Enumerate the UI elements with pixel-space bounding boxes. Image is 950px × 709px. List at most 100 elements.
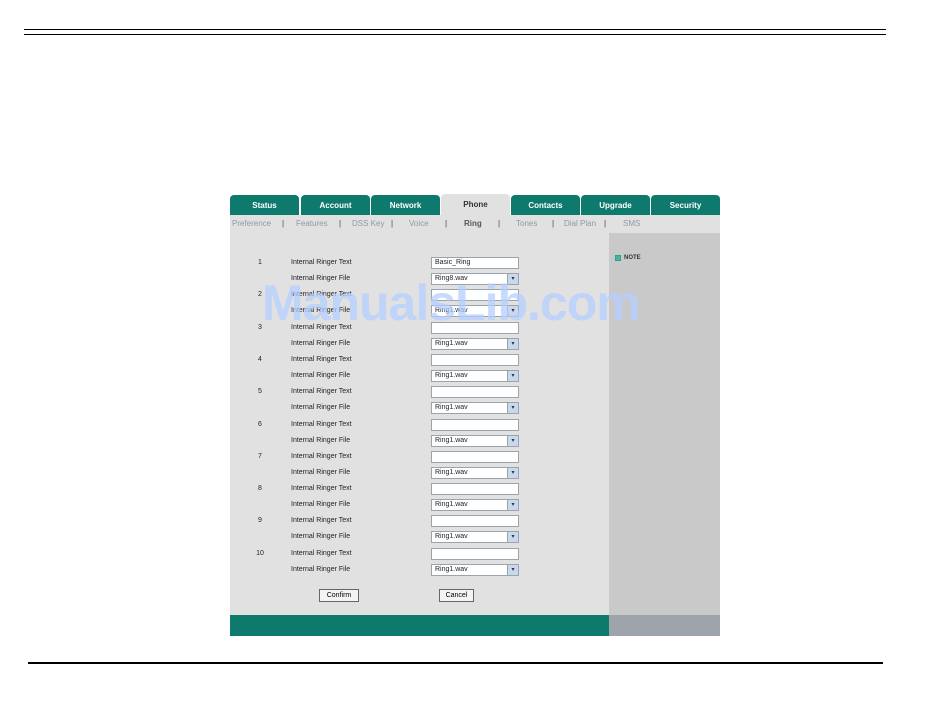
tab-phone[interactable]: Phone (441, 194, 510, 215)
note-header: NOTE (615, 255, 641, 261)
chevron-down-icon[interactable]: ▾ (507, 370, 518, 381)
sub-navigation: Preference | Features | DSS Key | Voice … (230, 215, 720, 233)
subnav-separator: | (445, 219, 448, 228)
footer-bar-right (609, 615, 720, 636)
internal-ringer-file-select[interactable]: Ring1.wav ▾ (431, 434, 519, 447)
chevron-down-icon[interactable]: ▾ (507, 403, 518, 414)
internal-ringer-file-label: Internal Ringer File (291, 371, 351, 379)
internal-ringer-file-select[interactable]: Ring8.wav ▾ (431, 273, 519, 285)
select-value: Ring1.wav (435, 533, 468, 541)
internal-ringer-text-input[interactable] (431, 418, 519, 431)
footer-rule (28, 662, 883, 664)
ring-settings-form: 1 Internal Ringer Text Basic_Ring Internal … (230, 233, 609, 615)
subnav-voice[interactable]: Voice (409, 219, 429, 228)
internal-ringer-file-select[interactable]: Ring1.wav ▾ (431, 466, 519, 479)
internal-ringer-text-input[interactable] (431, 386, 519, 399)
internal-ringer-file-label: Internal Ringer File (291, 533, 351, 541)
internal-ringer-file-select[interactable]: Ring1.wav ▾ (431, 305, 519, 318)
internal-ringer-text-label: Internal Ringer Text (291, 549, 352, 557)
tab-network[interactable]: Network (371, 195, 440, 215)
subnav-separator: | (282, 219, 285, 228)
main-tab-bar: Status Account Network Phone Contacts Up… (230, 194, 720, 215)
subnav-separator: | (498, 219, 501, 228)
subnav-separator: | (552, 219, 555, 228)
row-number: 9 (258, 517, 262, 525)
internal-ringer-text-label: Internal Ringer Text (291, 291, 352, 299)
subnav-preference[interactable]: Preference (232, 219, 271, 228)
row-number: 5 (258, 388, 262, 396)
tab-status[interactable]: Status (230, 195, 299, 215)
internal-ringer-file-label: Internal Ringer File (291, 436, 351, 444)
internal-ringer-text-input[interactable] (431, 321, 519, 334)
phone-web-ui: Status Account Network Phone Contacts Up… (230, 194, 720, 636)
subnav-tones[interactable]: Tones (516, 219, 537, 228)
internal-ringer-file-select[interactable]: Ring1.wav ▾ (431, 402, 519, 415)
internal-ringer-text-label: Internal Ringer Text (291, 259, 352, 266)
tab-upgrade[interactable]: Upgrade (581, 195, 650, 215)
row-number: 2 (258, 291, 262, 299)
internal-ringer-text-input[interactable] (431, 515, 519, 528)
chevron-down-icon[interactable]: ▾ (507, 306, 518, 317)
chevron-down-icon[interactable]: ▾ (507, 500, 518, 511)
confirm-button[interactable]: Confirm (319, 589, 359, 602)
chevron-down-icon[interactable]: ▾ (507, 532, 518, 543)
cancel-button[interactable]: Cancel (439, 589, 474, 602)
internal-ringer-file-label: Internal Ringer File (291, 339, 351, 347)
subnav-features[interactable]: Features (296, 219, 328, 228)
row-number: 7 (258, 452, 262, 460)
row-number: 1 (258, 259, 262, 266)
internal-ringer-text-label: Internal Ringer Text (291, 420, 352, 428)
subnav-ring[interactable]: Ring (464, 219, 482, 228)
internal-ringer-file-label: Internal Ringer File (291, 468, 351, 476)
note-checkbox-icon (615, 255, 621, 261)
internal-ringer-text-input[interactable] (431, 483, 519, 496)
row-number: 6 (258, 420, 262, 428)
internal-ringer-text-label: Internal Ringer Text (291, 452, 352, 460)
internal-ringer-file-label: Internal Ringer File (291, 275, 351, 282)
internal-ringer-text-input[interactable]: Basic_Ring (431, 257, 519, 269)
internal-ringer-file-select[interactable]: Ring1.wav ▾ (431, 369, 519, 382)
chevron-down-icon[interactable]: ▾ (507, 338, 518, 349)
internal-ringer-text-input[interactable] (431, 450, 519, 463)
select-value: Ring1.wav (435, 468, 468, 476)
subnav-sms[interactable]: SMS (623, 219, 640, 228)
chevron-down-icon[interactable]: ▾ (507, 564, 518, 575)
subnav-dss-key[interactable]: DSS Key (352, 219, 384, 228)
tab-account[interactable]: Account (301, 195, 370, 215)
chevron-down-icon[interactable]: ▾ (507, 274, 518, 284)
internal-ringer-text-label: Internal Ringer Text (291, 323, 352, 331)
select-value: Ring1.wav (435, 371, 468, 379)
chevron-down-icon[interactable]: ▾ (507, 467, 518, 478)
internal-ringer-file-label: Internal Ringer File (291, 404, 351, 412)
internal-ringer-file-label: Internal Ringer File (291, 307, 351, 315)
internal-ringer-text-label: Internal Ringer Text (291, 388, 352, 396)
note-label: NOTE (624, 255, 641, 261)
internal-ringer-text-label: Internal Ringer Text (291, 517, 352, 525)
tab-security[interactable]: Security (651, 195, 720, 215)
row-number: 3 (258, 323, 262, 331)
internal-ringer-file-select[interactable]: Ring1.wav ▾ (431, 499, 519, 512)
header-rule-bottom (24, 34, 886, 35)
header-rule-top (24, 29, 886, 30)
note-panel: NOTE (609, 233, 720, 636)
subnav-separator: | (391, 219, 394, 228)
select-value: Ring1.wav (435, 436, 468, 444)
internal-ringer-text-input[interactable] (431, 547, 519, 560)
subnav-separator: | (339, 219, 342, 228)
select-value: Ring8.wav (435, 275, 468, 282)
chevron-down-icon[interactable]: ▾ (507, 435, 518, 446)
footer-bar (230, 615, 609, 636)
select-value: Ring1.wav (435, 404, 468, 412)
internal-ringer-file-select[interactable]: Ring1.wav ▾ (431, 563, 519, 576)
row-number: 4 (258, 355, 262, 363)
internal-ringer-text-input[interactable] (431, 289, 519, 302)
internal-ringer-file-select[interactable]: Ring1.wav ▾ (431, 531, 519, 544)
tab-contacts[interactable]: Contacts (511, 195, 580, 215)
internal-ringer-file-label: Internal Ringer File (291, 565, 351, 573)
internal-ringer-text-input[interactable] (431, 353, 519, 366)
internal-ringer-file-select[interactable]: Ring1.wav ▾ (431, 337, 519, 350)
select-value: Ring1.wav (435, 339, 468, 347)
subnav-separator: | (604, 219, 607, 228)
internal-ringer-text-label: Internal Ringer Text (291, 485, 352, 493)
subnav-dial-plan[interactable]: Dial Plan (564, 219, 596, 228)
